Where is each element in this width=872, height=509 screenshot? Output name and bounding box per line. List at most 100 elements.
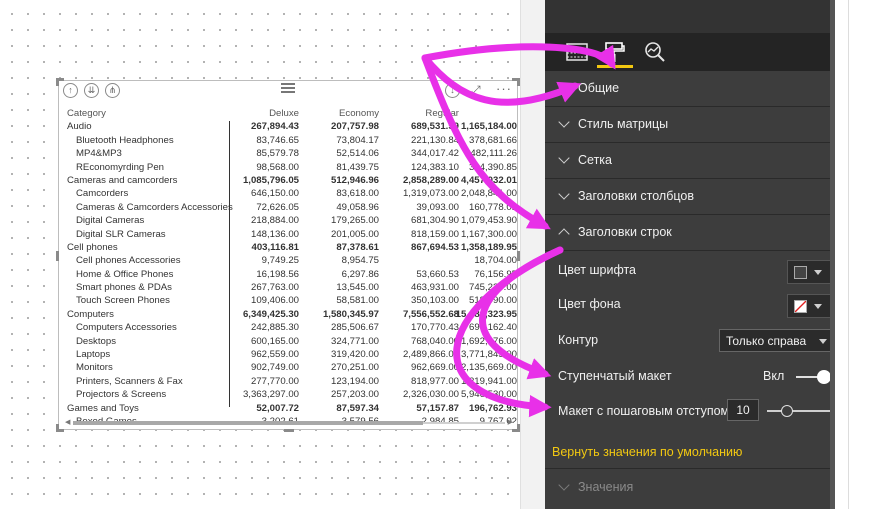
table-row[interactable]: Laptops 962,559.00 319,420.00 2,489,866.00 3… [67, 348, 517, 361]
section-row-headers[interactable]: Заголовки строк [545, 215, 835, 251]
value-cell: 39,093.00 [416, 201, 459, 213]
row-header[interactable]: Monitors [76, 361, 113, 374]
row-header[interactable]: Desktops [76, 335, 116, 348]
value-cell: 344,017.42 [410, 148, 459, 160]
value-cell: 1,085,796.05 [242, 174, 299, 186]
row-header[interactable]: Games and Toys [67, 402, 139, 415]
value-cell: 1,358,189.95 [460, 241, 517, 253]
row-header[interactable]: Cameras & Camcorders Accessories [76, 201, 233, 214]
column-header[interactable]: Economy [339, 107, 379, 120]
pane-divider [545, 468, 835, 469]
table-row[interactable]: Bluetooth Headphones 83,746.65 73,804.17 22… [67, 134, 517, 147]
table-row[interactable]: Camcorders 646,150.00 83,618.00 1,319,073.0… [67, 187, 517, 200]
scroll-right-icon[interactable]: ▶ [508, 418, 513, 426]
table-row[interactable]: Printers, Scanners & Fax 277,770.00 123,19… [67, 375, 517, 388]
slider-knob[interactable] [781, 405, 793, 417]
section-column-headers[interactable]: Заголовки столбцов [545, 179, 835, 215]
table-row[interactable]: Digital SLR Cameras 148,136.00 201,005.00 8… [67, 228, 517, 241]
horizontal-scrollbar[interactable]: ◀ ▶ [65, 418, 513, 426]
stepped-indent-slider[interactable] [767, 404, 833, 418]
drill-up-icon[interactable]: ↑ [63, 83, 78, 98]
row-header[interactable]: Laptops [76, 348, 110, 361]
row-header[interactable]: MP4&MP3 [76, 147, 122, 160]
table-row[interactable]: Home & Office Phones 16,198.56 6,297.86 53,… [67, 268, 517, 281]
value-cell: 1,692,976.00 [460, 335, 517, 347]
drag-grip-icon[interactable] [281, 83, 295, 93]
row-header[interactable]: Camcorders [76, 187, 128, 200]
reset-to-default-link[interactable]: Вернуть значения по умолчанию [552, 445, 742, 459]
table-row[interactable]: Cameras & Camcorders Accessories 72,626.0… [67, 201, 517, 214]
table-row[interactable]: Cell phones Accessories 9,749.25 8,954.75 1… [67, 254, 517, 267]
value-cell: 123,194.00 [330, 375, 379, 387]
row-header[interactable]: Audio [67, 120, 92, 133]
stepped-layout-toggle[interactable] [796, 370, 831, 384]
drill-down-icon[interactable]: ↓ [445, 83, 460, 98]
stepped-layout-label: Ступенчатый макет [558, 369, 672, 383]
more-options-icon[interactable]: ··· [496, 81, 512, 96]
row-header[interactable]: Computers Accessories [76, 321, 177, 334]
row-header[interactable]: Cell phones Accessories [76, 254, 181, 267]
chevron-down-icon [814, 304, 822, 309]
value-cell: 257,203.00 [330, 389, 379, 401]
resize-handle-bottom-left[interactable] [56, 424, 64, 432]
value-cell: 463,931.00 [410, 282, 459, 294]
table-row[interactable]: Smart phones & PDAs 267,763.00 13,545.00 46… [67, 281, 517, 294]
row-header[interactable]: Projectors & Screens [76, 388, 166, 401]
section-general[interactable]: Общие [545, 71, 835, 107]
row-header[interactable]: Cameras and camcorders [67, 174, 177, 187]
row-header[interactable]: Digital SLR Cameras [76, 228, 166, 241]
row-header[interactable]: Printers, Scanners & Fax [76, 375, 183, 388]
pane-tabs [545, 33, 835, 71]
outline-dropdown[interactable]: Только справа [719, 329, 831, 352]
table-row[interactable]: Cameras and camcorders 1,085,796.05 512,94… [67, 174, 517, 187]
section-matrix-style[interactable]: Стиль матрицы [545, 107, 835, 143]
expand-hierarchy-icon[interactable]: ⋔ [105, 83, 120, 98]
column-header[interactable]: Category [67, 107, 106, 120]
section-grid[interactable]: Сетка [545, 143, 835, 179]
resize-handle-right[interactable] [517, 251, 520, 261]
row-header[interactable]: Cell phones [67, 241, 118, 254]
resize-handle-left[interactable] [56, 251, 59, 261]
column-header[interactable]: Deluxe [269, 107, 299, 120]
table-row[interactable]: Audio 267,894.43 207,757.98 689,531.59 1,165… [67, 120, 517, 133]
table-row[interactable]: REconomyrding Pen 98,568.00 81,439.75 124,3… [67, 161, 517, 174]
resize-handle-bottom[interactable] [284, 429, 294, 432]
analytics-tab-icon[interactable] [643, 41, 667, 63]
focus-mode-icon[interactable]: ⤢ [471, 83, 481, 98]
fields-tab-icon[interactable] [565, 41, 589, 63]
resize-handle-bottom-right[interactable] [512, 424, 520, 432]
table-row[interactable]: MP4&MP3 85,579.78 52,514.06 344,017.42 482,1… [67, 147, 517, 160]
stepped-indent-input[interactable]: 10 [727, 399, 759, 421]
scroll-left-icon[interactable]: ◀ [65, 418, 70, 426]
table-row[interactable]: Computers Accessories 242,885.30 285,506.6… [67, 321, 517, 334]
format-paint-roller-icon[interactable] [603, 41, 627, 63]
format-pane: Общие Стиль матрицы Сетка Заголовки стол… [545, 0, 835, 509]
table-row[interactable]: Projectors & Screens 3,363,297.00 257,203.… [67, 388, 517, 401]
background-color-picker[interactable] [787, 294, 831, 318]
canvas-edge [520, 0, 545, 509]
row-header[interactable]: Touch Screen Phones [76, 294, 170, 307]
section-label: Заголовки столбцов [578, 189, 694, 203]
value-cell: 87,597.34 [336, 402, 379, 414]
matrix-visual[interactable]: ↑ ⇊ ⋔ ↓ ⤢ ··· Category Deluxe Economy Regul… [56, 78, 520, 432]
value-cell: 699,162.40 [468, 322, 517, 334]
table-row[interactable]: Games and Toys 52,007.72 87,597.34 57,157.8… [67, 402, 517, 415]
table-row[interactable]: Touch Screen Phones 109,406.00 58,581.00 35… [67, 294, 517, 307]
row-header[interactable]: REconomyrding Pen [76, 161, 164, 174]
table-row[interactable]: Monitors 902,749.00 270,251.00 962,669.00 2,… [67, 361, 517, 374]
table-row[interactable]: Computers 6,349,425.30 1,580,345.97 7,556,5… [67, 308, 517, 321]
section-values[interactable]: Значения [545, 470, 835, 506]
row-header[interactable]: Home & Office Phones [76, 268, 173, 281]
row-header[interactable]: Digital Cameras [76, 214, 144, 227]
scrollbar-thumb[interactable] [73, 421, 423, 425]
column-header[interactable]: Regular [425, 107, 459, 120]
table-row[interactable]: Cell phones 403,116.81 87,378.61 867,694.53… [67, 241, 517, 254]
row-header[interactable]: Bluetooth Headphones [76, 134, 174, 147]
table-row[interactable]: Desktops 600,165.00 324,771.00 768,040.00 1,… [67, 335, 517, 348]
row-header[interactable]: Computers [67, 308, 114, 321]
drill-next-level-icon[interactable]: ⇊ [84, 83, 99, 98]
font-color-picker[interactable] [787, 260, 831, 284]
value-cell: 3,771,845.00 [460, 349, 517, 361]
row-header[interactable]: Smart phones & PDAs [76, 281, 172, 294]
table-row[interactable]: Digital Cameras 218,884.00 179,265.00 681,3… [67, 214, 517, 227]
